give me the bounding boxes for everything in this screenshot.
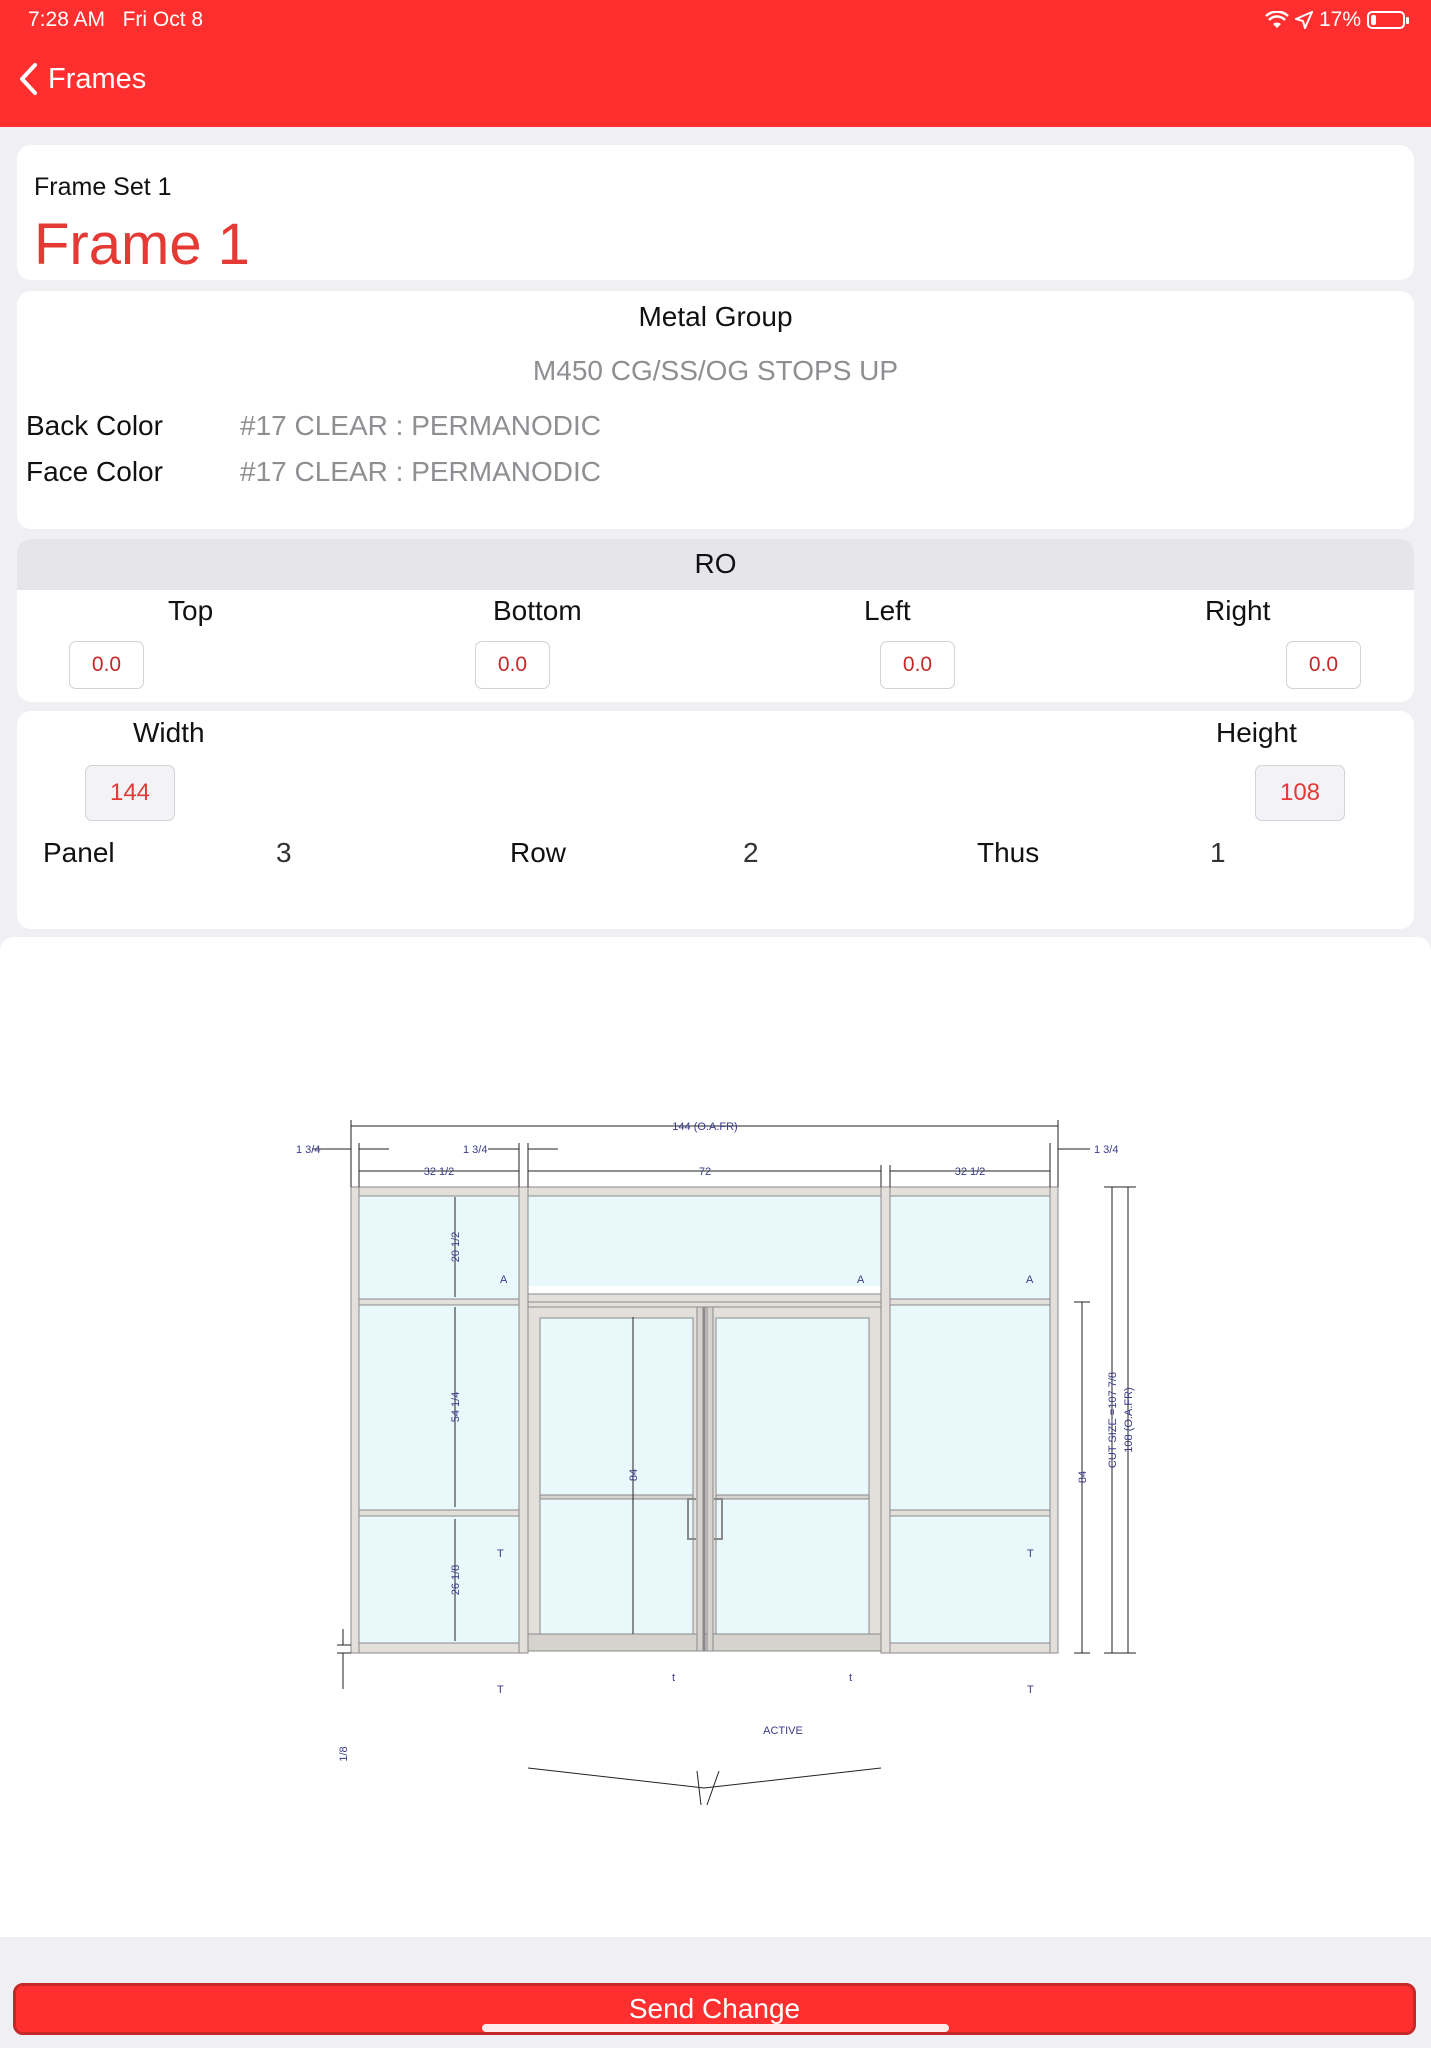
frame-elevation-drawing: 144 (O.A.FR) 1 3/4 1 3/4 1 3/4 32 1/2 72… <box>296 1120 1136 1806</box>
metal-group-value[interactable]: M450 CG/SS/OG STOPS UP <box>17 355 1414 387</box>
glass-mark-t5: t <box>672 1672 675 1684</box>
ro-top-input[interactable] <box>69 641 144 689</box>
back-button[interactable]: Frames <box>18 62 146 96</box>
battery-percent: 17% <box>1318 8 1361 31</box>
ro-right-label: Right <box>1205 595 1271 626</box>
width-input[interactable] <box>85 765 175 821</box>
metal-group-label: Metal Group <box>638 301 793 332</box>
ro-left-input[interactable] <box>880 641 955 689</box>
active-leaf-label: ACTIVE <box>763 1725 803 1737</box>
wifi-icon <box>1265 11 1289 28</box>
glass-mark-a3: A <box>1026 1274 1034 1286</box>
frame-set-label: Frame Set 1 <box>34 173 172 201</box>
dimensions-card: Width Height Panel 3 Row 2 Thus 1 <box>17 711 1414 929</box>
ro-bottom-label: Bottom <box>493 595 582 626</box>
dim-jamb-mid: 1 3/4 <box>463 1144 487 1156</box>
back-color-label: Back Color <box>26 410 163 441</box>
glass-mark-a2: A <box>857 1274 865 1286</box>
dim-center-lite: 72 <box>699 1166 711 1178</box>
thus-label: Thus <box>977 837 1040 868</box>
face-color-label: Face Color <box>26 456 163 487</box>
frame-name: Frame 1 <box>34 212 250 277</box>
width-label: Width <box>133 717 205 748</box>
dim-sill: 1/8 <box>338 1746 350 1761</box>
dim-jamb-left: 1 3/4 <box>296 1144 320 1156</box>
panel-value[interactable]: 3 <box>276 837 292 869</box>
glass-mark-t2: T <box>497 1684 504 1696</box>
dim-jamb-right: 1 3/4 <box>1094 1144 1118 1156</box>
glass-mark-t3: T <box>1027 1548 1034 1560</box>
home-indicator <box>482 2024 949 2032</box>
dim-transom-height: 20 1/2 <box>450 1232 462 1263</box>
height-label: Height <box>1216 717 1297 748</box>
dim-bottom-lite-height: 26 1/8 <box>450 1565 462 1596</box>
ro-top-label: Top <box>168 595 214 626</box>
chevron-left-icon <box>20 63 37 95</box>
status-date: Fri Oct 8 <box>122 8 204 31</box>
ro-section-header: RO <box>17 539 1414 590</box>
ro-title: RO <box>694 548 737 579</box>
navigation-header: 7:28 AM Fri Oct 8 17% Frames <box>0 0 1431 127</box>
metal-group-card: Metal Group M450 CG/SS/OG STOPS UP Back … <box>17 291 1414 529</box>
dim-mid-lite-height: 54 1/4 <box>450 1392 462 1423</box>
back-button-label: Frames <box>48 62 147 95</box>
ro-card: RO Top Bottom Left Right <box>17 539 1414 702</box>
ro-bottom-input[interactable] <box>475 641 550 689</box>
glass-mark-t4: T <box>1027 1684 1034 1696</box>
frame-title-card: Frame Set 1 Frame 1 <box>17 145 1414 280</box>
dim-right-lite: 32 1/2 <box>955 1166 986 1178</box>
dim-right-side-height: 84 <box>1077 1471 1089 1483</box>
glass-mark-t6: t <box>849 1672 852 1684</box>
dim-overall-width: 144 (O.A.FR) <box>672 1121 737 1133</box>
frame-drawing-panel: 144 (O.A.FR) 1 3/4 1 3/4 1 3/4 32 1/2 72… <box>0 937 1431 1937</box>
row-value[interactable]: 2 <box>743 837 759 869</box>
panel-label: Panel <box>43 837 115 868</box>
ro-right-input[interactable] <box>1286 641 1361 689</box>
status-time: 7:28 AM Fri Oct 8 <box>28 8 203 32</box>
glass-mark-a1: A <box>500 1274 508 1286</box>
thus-value[interactable]: 1 <box>1210 837 1226 869</box>
back-color-value[interactable]: #17 CLEAR : PERMANODIC <box>240 410 601 442</box>
location-arrow-icon <box>1294 11 1313 29</box>
dim-door-height: 84 <box>628 1469 640 1481</box>
face-color-value[interactable]: #17 CLEAR : PERMANODIC <box>240 456 601 488</box>
dim-left-lite: 32 1/2 <box>424 1166 455 1178</box>
ro-left-label: Left <box>864 595 911 626</box>
dim-cut-size: CUT SIZE =107 7/8 <box>1107 1372 1119 1468</box>
status-clock: 7:28 AM <box>28 8 106 31</box>
row-label: Row <box>510 837 567 868</box>
battery-icon <box>1367 11 1409 29</box>
height-input[interactable] <box>1255 765 1345 821</box>
status-indicators: 17% <box>1265 8 1409 32</box>
dim-overall-height: 108 (O.A.FR) <box>1123 1387 1135 1452</box>
glass-mark-t1: T <box>497 1548 504 1560</box>
